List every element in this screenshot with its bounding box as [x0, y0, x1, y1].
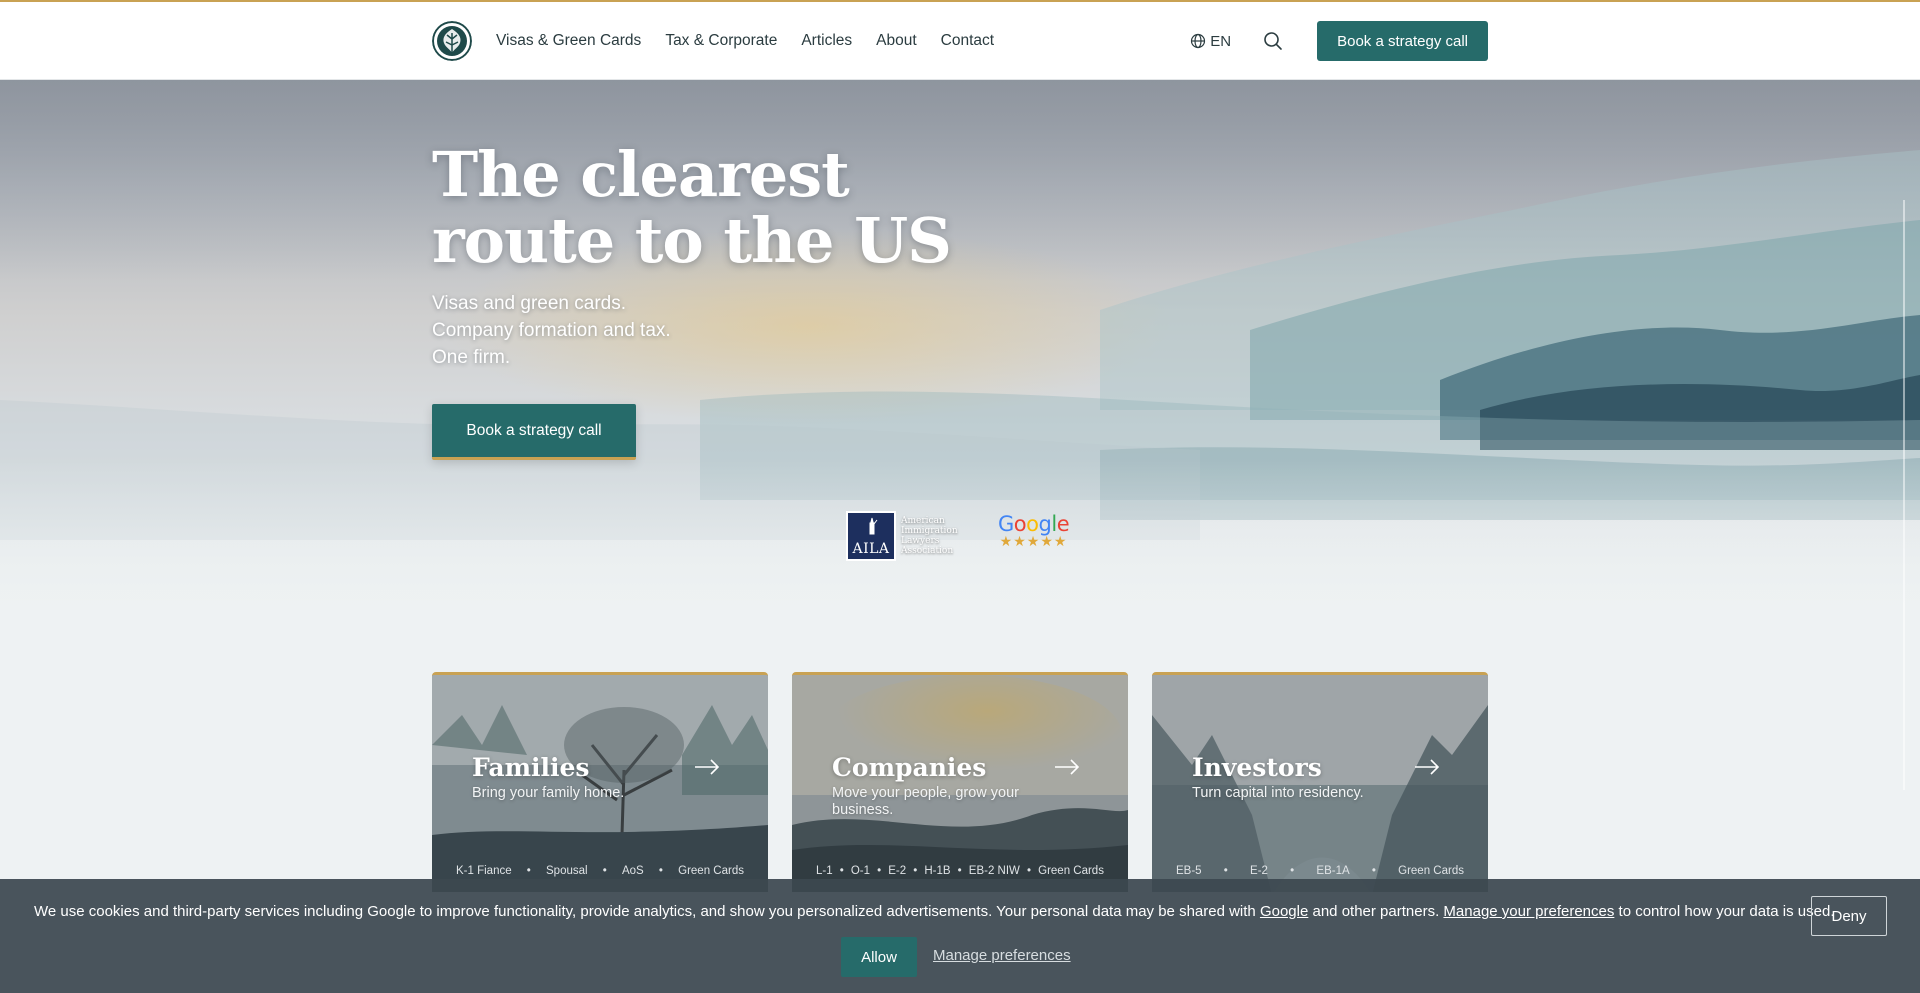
card-investors-illustration: [1152, 675, 1488, 892]
card-families[interactable]: Families Bring your family home. K-1 Fia…: [432, 672, 768, 892]
book-strategy-call-hero-button[interactable]: Book a strategy call: [432, 404, 636, 460]
hero-title-line-2: route to the US: [432, 204, 952, 277]
card-companies-title: Companies: [832, 753, 987, 782]
cookie-consent-banner: We use cookies and third-party services …: [0, 879, 1920, 993]
nav-contact[interactable]: Contact: [941, 32, 994, 50]
card-investors-title: Investors: [1192, 753, 1322, 782]
site-header: Visas & Green Cards Tax & Corporate Arti…: [0, 0, 1920, 80]
aila-logo-icon: AILA: [846, 511, 896, 561]
card-families-subtitle: Bring your family home.: [472, 785, 625, 801]
tag-separator: •: [839, 865, 844, 877]
tag-separator: •: [957, 865, 962, 877]
card-companies[interactable]: Companies Move your people, grow your bu…: [792, 672, 1128, 892]
tree-logo-icon[interactable]: [432, 21, 472, 61]
nav-articles[interactable]: Articles: [801, 32, 852, 50]
tag-separator: •: [658, 865, 663, 877]
aila-logo-label: AILA: [852, 541, 890, 557]
tag-l1: L-1: [816, 865, 833, 877]
audience-cards: Families Bring your family home. K-1 Fia…: [432, 672, 1488, 892]
cookie-text-part: to control how your data is used.: [1614, 903, 1835, 920]
globe-icon: [1191, 33, 1206, 49]
tag-eb1a: EB-1A: [1316, 865, 1350, 877]
aila-name-line: American: [901, 516, 945, 526]
card-families-title: Families: [472, 753, 590, 782]
card-families-illustration: [432, 675, 768, 892]
arrow-right-icon: [1055, 759, 1080, 775]
card-companies-illustration: [792, 675, 1128, 892]
card-investors-subtitle: Turn capital into residency.: [1192, 785, 1364, 801]
tag-green-cards: Green Cards: [1038, 865, 1104, 877]
header-inner: Visas & Green Cards Tax & Corporate Arti…: [432, 2, 1488, 80]
tag-aos: AoS: [621, 865, 644, 877]
deny-cookies-button[interactable]: Deny: [1811, 896, 1887, 936]
arrow-right-icon: [1415, 759, 1440, 775]
tag-h1b: H-1B: [924, 865, 951, 877]
tag-separator: •: [1290, 865, 1295, 877]
aila-badge: AILA American Immigration Lawyers Associ…: [846, 511, 958, 561]
cookie-text-part: We use cookies and third-party services …: [34, 903, 1260, 920]
tag-green-cards: Green Cards: [1398, 865, 1464, 877]
hero-watercolor-landscape: [0, 80, 1920, 660]
scrollbar-track[interactable]: [1903, 200, 1905, 790]
tag-separator: •: [877, 865, 882, 877]
hero-subtitle-line: One firm.: [432, 347, 511, 368]
nav-visas-green-cards[interactable]: Visas & Green Cards: [496, 32, 641, 50]
hero-title-line-1: The clearest: [432, 138, 850, 211]
manage-preferences-link[interactable]: Manage preferences: [933, 947, 1071, 964]
card-investors[interactable]: Investors Turn capital into residency. E…: [1152, 672, 1488, 892]
hero-title: The clearest route to the US: [432, 142, 952, 274]
hero-subtitle-line: Company formation and tax.: [432, 320, 671, 341]
card-companies-tags: L-1 • O-1 • E-2 • H-1B • EB-2 NIW • Gree…: [816, 865, 1104, 877]
search-icon[interactable]: [1263, 31, 1283, 51]
book-strategy-call-header-button[interactable]: Book a strategy call: [1317, 21, 1488, 61]
language-label: EN: [1210, 32, 1232, 50]
tag-e2: E-2: [1250, 865, 1268, 877]
aila-name: American Immigration Lawyers Association: [901, 516, 958, 556]
card-investors-tags: EB-5 • E-2 • EB-1A • Green Cards: [1176, 865, 1464, 877]
tag-separator: •: [602, 865, 607, 877]
card-families-tags: K-1 Fiance • Spousal • AoS • Green Cards: [456, 865, 744, 877]
hero-section: The clearest route to the US Visas and g…: [0, 80, 1920, 660]
card-companies-subtitle: Move your people, grow your business.: [832, 785, 1019, 818]
tag-green-cards: Green Cards: [678, 865, 744, 877]
header-actions: EN Book a strategy call: [1190, 21, 1488, 61]
nav-about[interactable]: About: [876, 32, 917, 50]
manage-your-preferences-link[interactable]: Manage your preferences: [1443, 903, 1614, 920]
tag-eb2-niw: EB-2 NIW: [968, 865, 1020, 877]
google-link[interactable]: Google: [1260, 903, 1308, 920]
star-rating-icon: ★★★★★: [999, 533, 1068, 549]
nav-tax-corporate[interactable]: Tax & Corporate: [665, 32, 777, 50]
cookie-message: We use cookies and third-party services …: [34, 903, 1834, 920]
tag-separator: •: [913, 865, 918, 877]
aila-name-line: Association: [901, 546, 954, 556]
hero-subtitle: Visas and green cards. Company formation…: [432, 290, 671, 371]
google-reviews-badge: Google ★★★★★: [998, 512, 1070, 550]
tag-separator: •: [1371, 865, 1376, 877]
statue-of-liberty-icon: [869, 517, 878, 535]
tag-separator: •: [1027, 865, 1032, 877]
tag-separator: •: [526, 865, 531, 877]
language-selector[interactable]: EN: [1190, 33, 1231, 50]
tag-k1-fiance: K-1 Fiance: [456, 865, 512, 877]
tag-eb5: EB-5: [1176, 865, 1202, 877]
arrow-right-icon: [695, 759, 720, 775]
aila-name-line: Immigration: [901, 526, 958, 536]
aila-name-line: Lawyers: [901, 536, 940, 546]
tag-spousal: Spousal: [546, 865, 588, 877]
tag-o1: O-1: [850, 865, 871, 877]
main-nav: Visas & Green Cards Tax & Corporate Arti…: [496, 32, 994, 50]
tag-separator: •: [1223, 865, 1228, 877]
hero-subtitle-line: Visas and green cards.: [432, 293, 626, 314]
allow-cookies-button[interactable]: Allow: [841, 937, 917, 977]
tag-e2: E-2: [888, 865, 907, 877]
cookie-text-part: and other partners.: [1308, 903, 1444, 920]
